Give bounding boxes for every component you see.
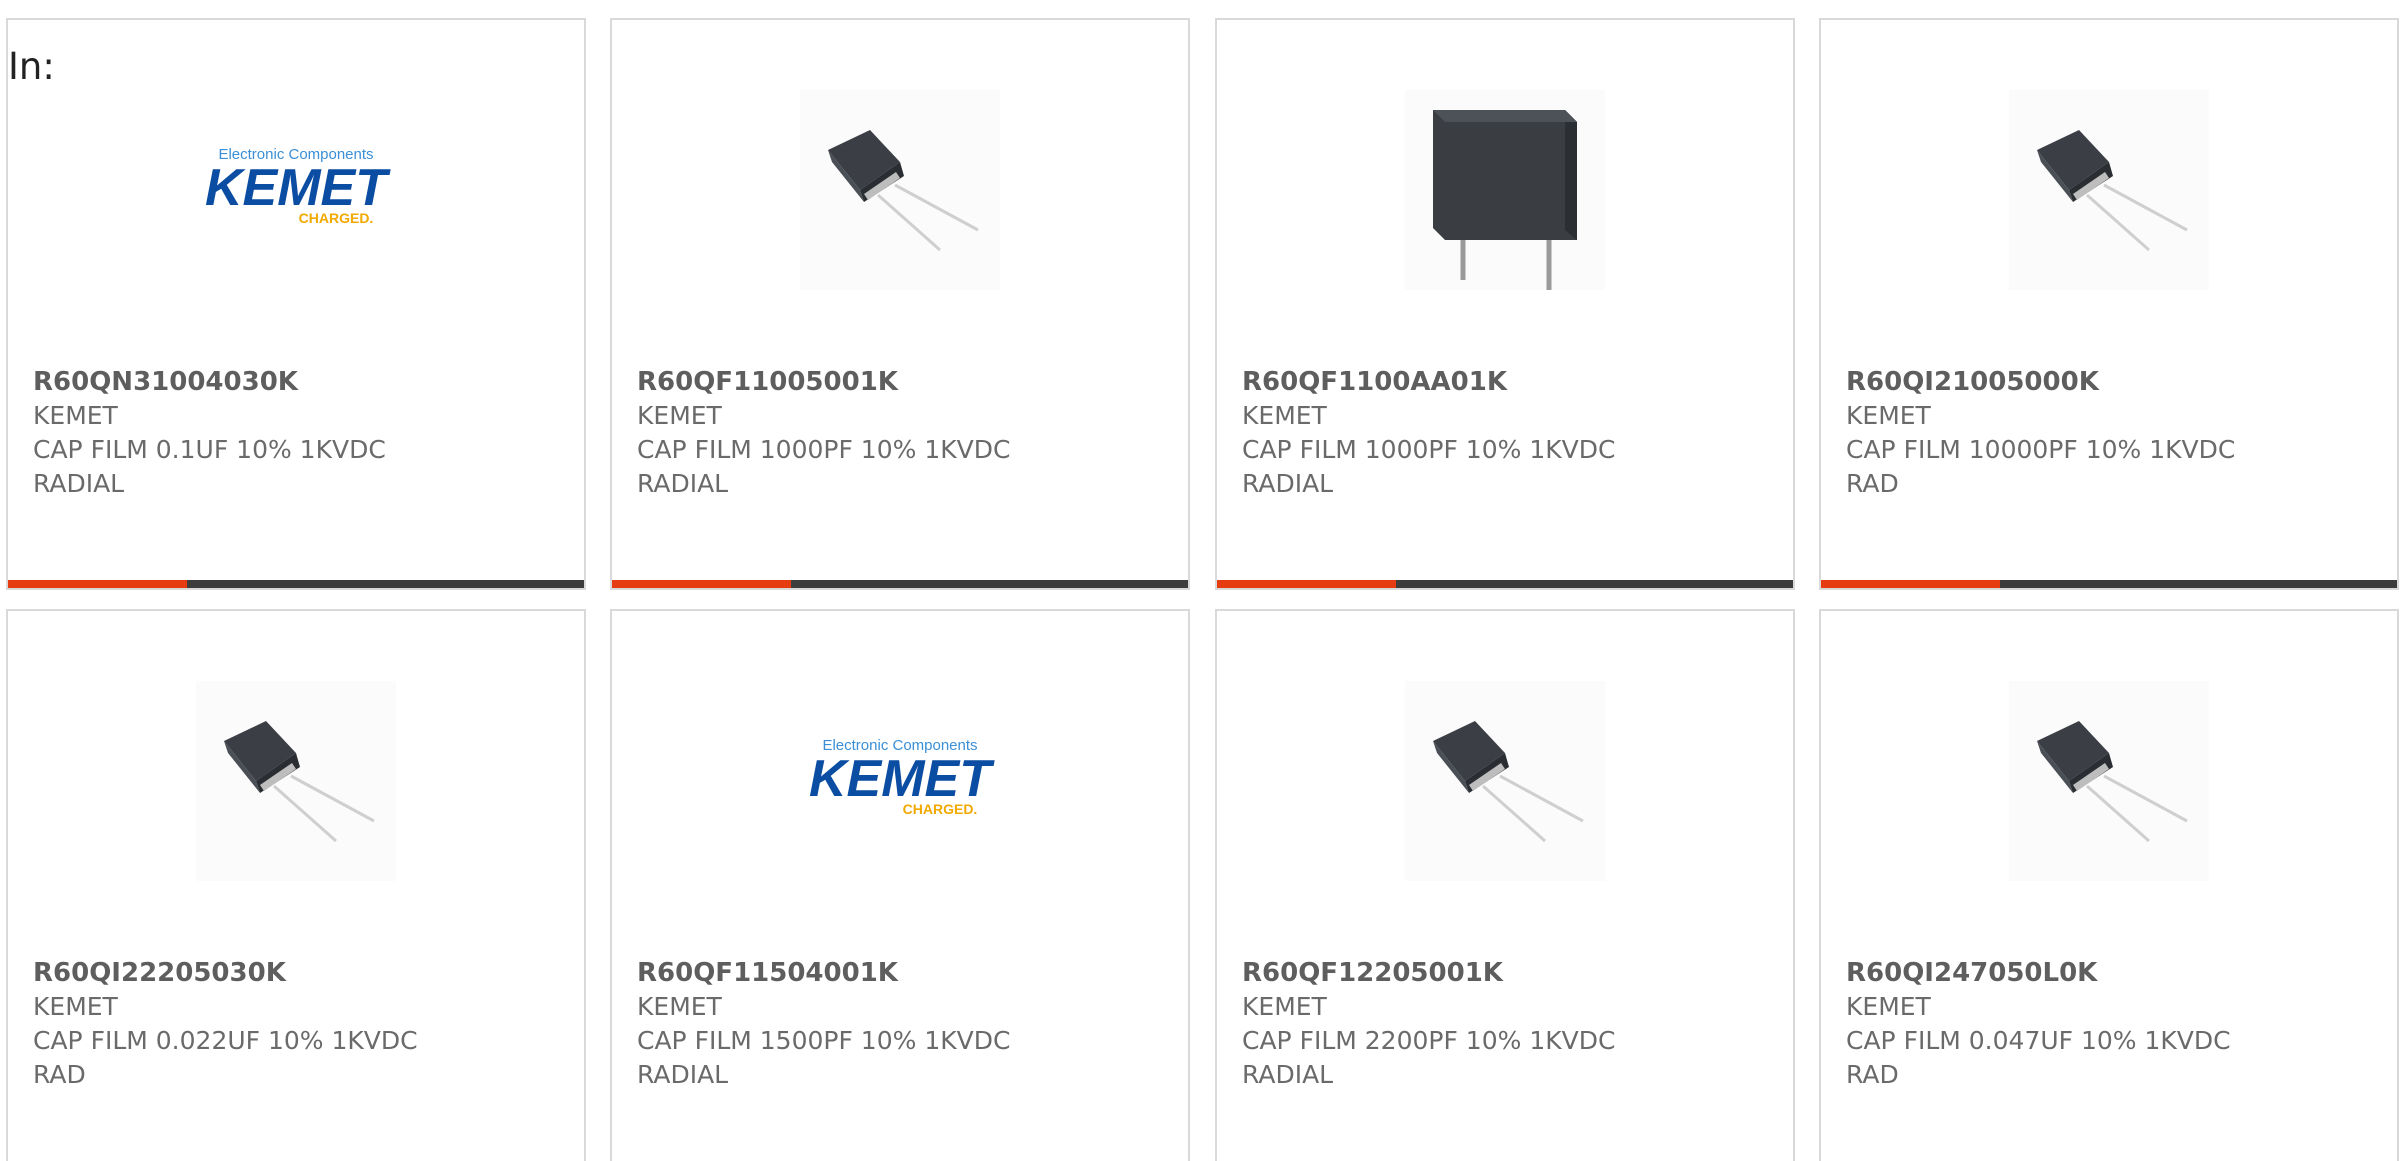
progress-fill	[8, 580, 187, 588]
part-number[interactable]: R60QI247050L0K	[1846, 956, 2366, 990]
product-card[interactable]: Electronic Components KEMET CHARGED. R60…	[6, 18, 586, 590]
progress-bar	[8, 580, 584, 588]
manufacturer: KEMET	[637, 992, 722, 1021]
description-line-1: CAP FILM 0.022UF 10% 1KVDC	[33, 1026, 418, 1055]
description-line-1: CAP FILM 1000PF 10% 1KVDC	[637, 435, 1011, 464]
description-line-1: CAP FILM 10000PF 10% 1KVDC	[1846, 435, 2236, 464]
svg-text:CHARGED.: CHARGED.	[903, 801, 978, 817]
product-grid: Electronic Components KEMET CHARGED. R60…	[0, 0, 2400, 1161]
part-number[interactable]: R60QI21005000K	[1846, 365, 2366, 399]
part-number[interactable]: R60QI22205030K	[33, 956, 553, 990]
in-label: In:	[8, 45, 55, 88]
description-line-1: CAP FILM 1000PF 10% 1KVDC	[1242, 435, 1616, 464]
part-number[interactable]: R60QF11005001K	[637, 365, 1157, 399]
manufacturer: KEMET	[1846, 401, 1931, 430]
svg-text:KEMET: KEMET	[809, 750, 995, 808]
product-card[interactable]: R60QF1100AA01K KEMET CAP FILM 1000PF 10%…	[1215, 18, 1795, 590]
progress-fill	[1217, 580, 1396, 588]
part-number[interactable]: R60QF12205001K	[1242, 956, 1762, 990]
description-line-2: RAD	[1846, 1060, 1899, 1089]
manufacturer: KEMET	[1242, 401, 1327, 430]
product-info: R60QF1100AA01K KEMET CAP FILM 1000PF 10%…	[1242, 365, 1762, 501]
capacitor-angled-image	[2009, 90, 2209, 290]
product-info: R60QN31004030K KEMET CAP FILM 0.1UF 10% …	[33, 365, 553, 501]
progress-fill	[1821, 580, 2000, 588]
product-card[interactable]: Electronic Components KEMET CHARGED. R60…	[610, 609, 1190, 1161]
product-card[interactable]: R60QI22205030K KEMET CAP FILM 0.022UF 10…	[6, 609, 586, 1161]
manufacturer: KEMET	[33, 992, 118, 1021]
description-line-2: RADIAL	[637, 469, 729, 498]
part-number[interactable]: R60QN31004030K	[33, 365, 553, 399]
description-line-2: RADIAL	[637, 1060, 729, 1089]
kemet-logo-image: Electronic Components KEMET CHARGED.	[196, 90, 396, 290]
capacitor-front-image	[1405, 90, 1605, 290]
description-line-2: RAD	[33, 1060, 86, 1089]
product-info: R60QI21005000K KEMET CAP FILM 10000PF 10…	[1846, 365, 2366, 501]
description-line-2: RADIAL	[1242, 1060, 1334, 1089]
capacitor-angled-image	[196, 681, 396, 881]
progress-bar	[612, 580, 1188, 588]
product-card[interactable]: R60QI247050L0K KEMET CAP FILM 0.047UF 10…	[1819, 609, 2399, 1161]
part-number[interactable]: R60QF11504001K	[637, 956, 1157, 990]
product-card[interactable]: R60QF11005001K KEMET CAP FILM 1000PF 10%…	[610, 18, 1190, 590]
description-line-1: CAP FILM 1500PF 10% 1KVDC	[637, 1026, 1011, 1055]
description-line-2: RADIAL	[1242, 469, 1334, 498]
product-info: R60QF11504001K KEMET CAP FILM 1500PF 10%…	[637, 956, 1157, 1092]
product-info: R60QF11005001K KEMET CAP FILM 1000PF 10%…	[637, 365, 1157, 501]
progress-fill	[612, 580, 791, 588]
manufacturer: KEMET	[1846, 992, 1931, 1021]
manufacturer: KEMET	[1242, 992, 1327, 1021]
svg-text:CHARGED.: CHARGED.	[299, 210, 374, 226]
capacitor-angled-image	[2009, 681, 2209, 881]
product-results-page: In: Electronic Components KEMET CHARGED.…	[0, 0, 2400, 1161]
progress-bar	[1821, 580, 2397, 588]
capacitor-angled-image	[800, 90, 1000, 290]
progress-bar	[1217, 580, 1793, 588]
description-line-1: CAP FILM 0.047UF 10% 1KVDC	[1846, 1026, 2231, 1055]
description-line-2: RADIAL	[33, 469, 125, 498]
svg-text:KEMET: KEMET	[205, 159, 391, 217]
description-line-1: CAP FILM 0.1UF 10% 1KVDC	[33, 435, 386, 464]
part-number[interactable]: R60QF1100AA01K	[1242, 365, 1762, 399]
product-card[interactable]: R60QI21005000K KEMET CAP FILM 10000PF 10…	[1819, 18, 2399, 590]
product-info: R60QF12205001K KEMET CAP FILM 2200PF 10%…	[1242, 956, 1762, 1092]
description-line-2: RAD	[1846, 469, 1899, 498]
product-card[interactable]: R60QF12205001K KEMET CAP FILM 2200PF 10%…	[1215, 609, 1795, 1161]
capacitor-angled-image	[1405, 681, 1605, 881]
kemet-logo-image: Electronic Components KEMET CHARGED.	[800, 681, 1000, 881]
product-info: R60QI247050L0K KEMET CAP FILM 0.047UF 10…	[1846, 956, 2366, 1092]
manufacturer: KEMET	[637, 401, 722, 430]
manufacturer: KEMET	[33, 401, 118, 430]
description-line-1: CAP FILM 2200PF 10% 1KVDC	[1242, 1026, 1616, 1055]
product-info: R60QI22205030K KEMET CAP FILM 0.022UF 10…	[33, 956, 553, 1092]
